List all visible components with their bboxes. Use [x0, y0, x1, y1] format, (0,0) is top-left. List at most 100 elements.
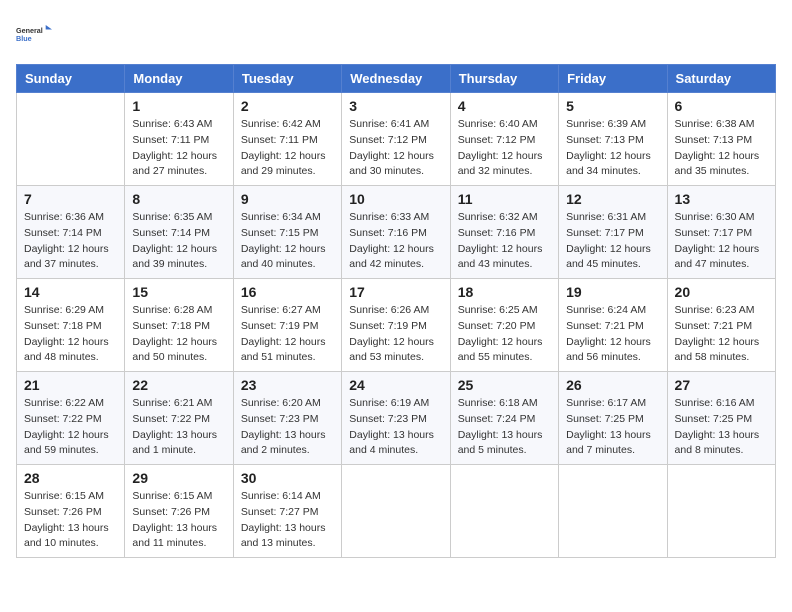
day-number: 18 — [458, 284, 551, 300]
day-number: 5 — [566, 98, 659, 114]
day-info: Sunrise: 6:25 AMSunset: 7:20 PMDaylight:… — [458, 303, 551, 366]
day-info: Sunrise: 6:24 AMSunset: 7:21 PMDaylight:… — [566, 303, 659, 366]
calendar-week-1: 1Sunrise: 6:43 AMSunset: 7:11 PMDaylight… — [17, 93, 776, 186]
calendar-cell: 30Sunrise: 6:14 AMSunset: 7:27 PMDayligh… — [233, 465, 341, 558]
calendar-cell: 14 Sunrise: 6:29 AMSunset: 7:18 PMDayligh… — [17, 279, 125, 372]
day-info: Sunrise: 6:33 AMSunset: 7:16 PMDaylight:… — [349, 210, 442, 273]
calendar-table: SundayMondayTuesdayWednesdayThursdayFrid… — [16, 64, 776, 558]
day-number: 27 — [675, 377, 768, 393]
weekday-header-thursday: Thursday — [450, 65, 558, 93]
day-number: 28 — [24, 470, 117, 486]
calendar-cell: 10 Sunrise: 6:33 AMSunset: 7:16 PMDayligh… — [342, 186, 450, 279]
day-number: 19 — [566, 284, 659, 300]
day-info: Sunrise: 6:39 AMSunset: 7:13 PMDaylight:… — [566, 117, 659, 180]
calendar-cell — [17, 93, 125, 186]
calendar-cell: 29 Sunrise: 6:15 AMSunset: 7:26 PMDayligh… — [125, 465, 233, 558]
svg-text:General: General — [16, 26, 43, 35]
calendar-cell: 27 Sunrise: 6:16 AMSunset: 7:25 PMDayligh… — [667, 372, 775, 465]
day-number: 11 — [458, 191, 551, 207]
calendar-cell: 26 Sunrise: 6:17 AMSunset: 7:25 PMDayligh… — [559, 372, 667, 465]
day-info: Sunrise: 6:29 AMSunset: 7:18 PMDaylight:… — [24, 303, 117, 366]
day-info: Sunrise: 6:21 AMSunset: 7:22 PMDaylight:… — [132, 396, 225, 459]
weekday-header-wednesday: Wednesday — [342, 65, 450, 93]
calendar-cell: 19 Sunrise: 6:24 AMSunset: 7:21 PMDayligh… — [559, 279, 667, 372]
day-info: Sunrise: 6:27 AMSunset: 7:19 PMDaylight:… — [241, 303, 334, 366]
calendar-cell: 1Sunrise: 6:43 AMSunset: 7:11 PMDaylight… — [125, 93, 233, 186]
day-info: Sunrise: 6:30 AMSunset: 7:17 PMDaylight:… — [675, 210, 768, 273]
calendar-week-3: 14 Sunrise: 6:29 AMSunset: 7:18 PMDayligh… — [17, 279, 776, 372]
day-number: 14 — [24, 284, 117, 300]
day-number: 24 — [349, 377, 442, 393]
day-info: Sunrise: 6:16 AMSunset: 7:25 PMDaylight:… — [675, 396, 768, 459]
day-info: Sunrise: 6:23 AMSunset: 7:21 PMDaylight:… — [675, 303, 768, 366]
day-number: 29 — [132, 470, 225, 486]
calendar-cell: 18 Sunrise: 6:25 AMSunset: 7:20 PMDayligh… — [450, 279, 558, 372]
weekday-header-sunday: Sunday — [17, 65, 125, 93]
calendar-cell: 20Sunrise: 6:23 AMSunset: 7:21 PMDayligh… — [667, 279, 775, 372]
calendar-cell: 6Sunrise: 6:38 AMSunset: 7:13 PMDaylight… — [667, 93, 775, 186]
calendar-cell: 9Sunrise: 6:34 AMSunset: 7:15 PMDaylight… — [233, 186, 341, 279]
day-number: 21 — [24, 377, 117, 393]
calendar-cell: 11Sunrise: 6:32 AMSunset: 7:16 PMDayligh… — [450, 186, 558, 279]
calendar-cell: 25 Sunrise: 6:18 AMSunset: 7:24 PMDayligh… — [450, 372, 558, 465]
logo-icon: GeneralBlue — [16, 16, 52, 52]
day-info: Sunrise: 6:42 AMSunset: 7:11 PMDaylight:… — [241, 117, 334, 180]
calendar-cell: 12Sunrise: 6:31 AMSunset: 7:17 PMDayligh… — [559, 186, 667, 279]
calendar-cell: 17 Sunrise: 6:26 AMSunset: 7:19 PMDayligh… — [342, 279, 450, 372]
calendar-cell: 5 Sunrise: 6:39 AMSunset: 7:13 PMDaylight… — [559, 93, 667, 186]
weekday-header-saturday: Saturday — [667, 65, 775, 93]
day-info: Sunrise: 6:17 AMSunset: 7:25 PMDaylight:… — [566, 396, 659, 459]
calendar-week-2: 7 Sunrise: 6:36 AMSunset: 7:14 PMDaylight… — [17, 186, 776, 279]
calendar-cell: 22 Sunrise: 6:21 AMSunset: 7:22 PMDayligh… — [125, 372, 233, 465]
calendar-cell: 24 Sunrise: 6:19 AMSunset: 7:23 PMDayligh… — [342, 372, 450, 465]
calendar-cell: 21 Sunrise: 6:22 AMSunset: 7:22 PMDayligh… — [17, 372, 125, 465]
day-number: 6 — [675, 98, 768, 114]
calendar-cell — [559, 465, 667, 558]
day-info: Sunrise: 6:36 AMSunset: 7:14 PMDaylight:… — [24, 210, 117, 273]
calendar-cell: 4Sunrise: 6:40 AMSunset: 7:12 PMDaylight… — [450, 93, 558, 186]
weekday-header-tuesday: Tuesday — [233, 65, 341, 93]
day-info: Sunrise: 6:26 AMSunset: 7:19 PMDaylight:… — [349, 303, 442, 366]
day-number: 25 — [458, 377, 551, 393]
day-number: 4 — [458, 98, 551, 114]
weekday-header-monday: Monday — [125, 65, 233, 93]
day-number: 7 — [24, 191, 117, 207]
weekday-header-friday: Friday — [559, 65, 667, 93]
day-number: 16 — [241, 284, 334, 300]
calendar-week-5: 28 Sunrise: 6:15 AMSunset: 7:26 PMDayligh… — [17, 465, 776, 558]
calendar-cell: 15 Sunrise: 6:28 AMSunset: 7:18 PMDayligh… — [125, 279, 233, 372]
day-info: Sunrise: 6:15 AMSunset: 7:26 PMDaylight:… — [132, 489, 225, 552]
day-number: 26 — [566, 377, 659, 393]
calendar-header-row: SundayMondayTuesdayWednesdayThursdayFrid… — [17, 65, 776, 93]
day-number: 2 — [241, 98, 334, 114]
day-info: Sunrise: 6:28 AMSunset: 7:18 PMDaylight:… — [132, 303, 225, 366]
calendar-cell: 28Sunrise: 6:15 AMSunset: 7:26 PMDayligh… — [17, 465, 125, 558]
day-number: 22 — [132, 377, 225, 393]
day-info: Sunrise: 6:18 AMSunset: 7:24 PMDaylight:… — [458, 396, 551, 459]
day-info: Sunrise: 6:31 AMSunset: 7:17 PMDaylight:… — [566, 210, 659, 273]
day-number: 15 — [132, 284, 225, 300]
logo: GeneralBlue — [16, 16, 52, 52]
day-info: Sunrise: 6:19 AMSunset: 7:23 PMDaylight:… — [349, 396, 442, 459]
calendar-cell: 7 Sunrise: 6:36 AMSunset: 7:14 PMDaylight… — [17, 186, 125, 279]
calendar-cell: 3Sunrise: 6:41 AMSunset: 7:12 PMDaylight… — [342, 93, 450, 186]
calendar-cell: 16 Sunrise: 6:27 AMSunset: 7:19 PMDayligh… — [233, 279, 341, 372]
svg-text:Blue: Blue — [16, 34, 32, 43]
day-info: Sunrise: 6:34 AMSunset: 7:15 PMDaylight:… — [241, 210, 334, 273]
day-number: 10 — [349, 191, 442, 207]
day-info: Sunrise: 6:35 AMSunset: 7:14 PMDaylight:… — [132, 210, 225, 273]
calendar-cell: 23Sunrise: 6:20 AMSunset: 7:23 PMDayligh… — [233, 372, 341, 465]
day-number: 8 — [132, 191, 225, 207]
calendar-cell: 8 Sunrise: 6:35 AMSunset: 7:14 PMDaylight… — [125, 186, 233, 279]
day-number: 13 — [675, 191, 768, 207]
day-info: Sunrise: 6:43 AMSunset: 7:11 PMDaylight:… — [132, 117, 225, 180]
day-info: Sunrise: 6:22 AMSunset: 7:22 PMDaylight:… — [24, 396, 117, 459]
page-header: GeneralBlue — [16, 16, 776, 52]
calendar-cell: 13 Sunrise: 6:30 AMSunset: 7:17 PMDayligh… — [667, 186, 775, 279]
day-number: 3 — [349, 98, 442, 114]
day-number: 23 — [241, 377, 334, 393]
day-number: 17 — [349, 284, 442, 300]
day-number: 30 — [241, 470, 334, 486]
calendar-cell — [667, 465, 775, 558]
calendar-cell: 2 Sunrise: 6:42 AMSunset: 7:11 PMDaylight… — [233, 93, 341, 186]
